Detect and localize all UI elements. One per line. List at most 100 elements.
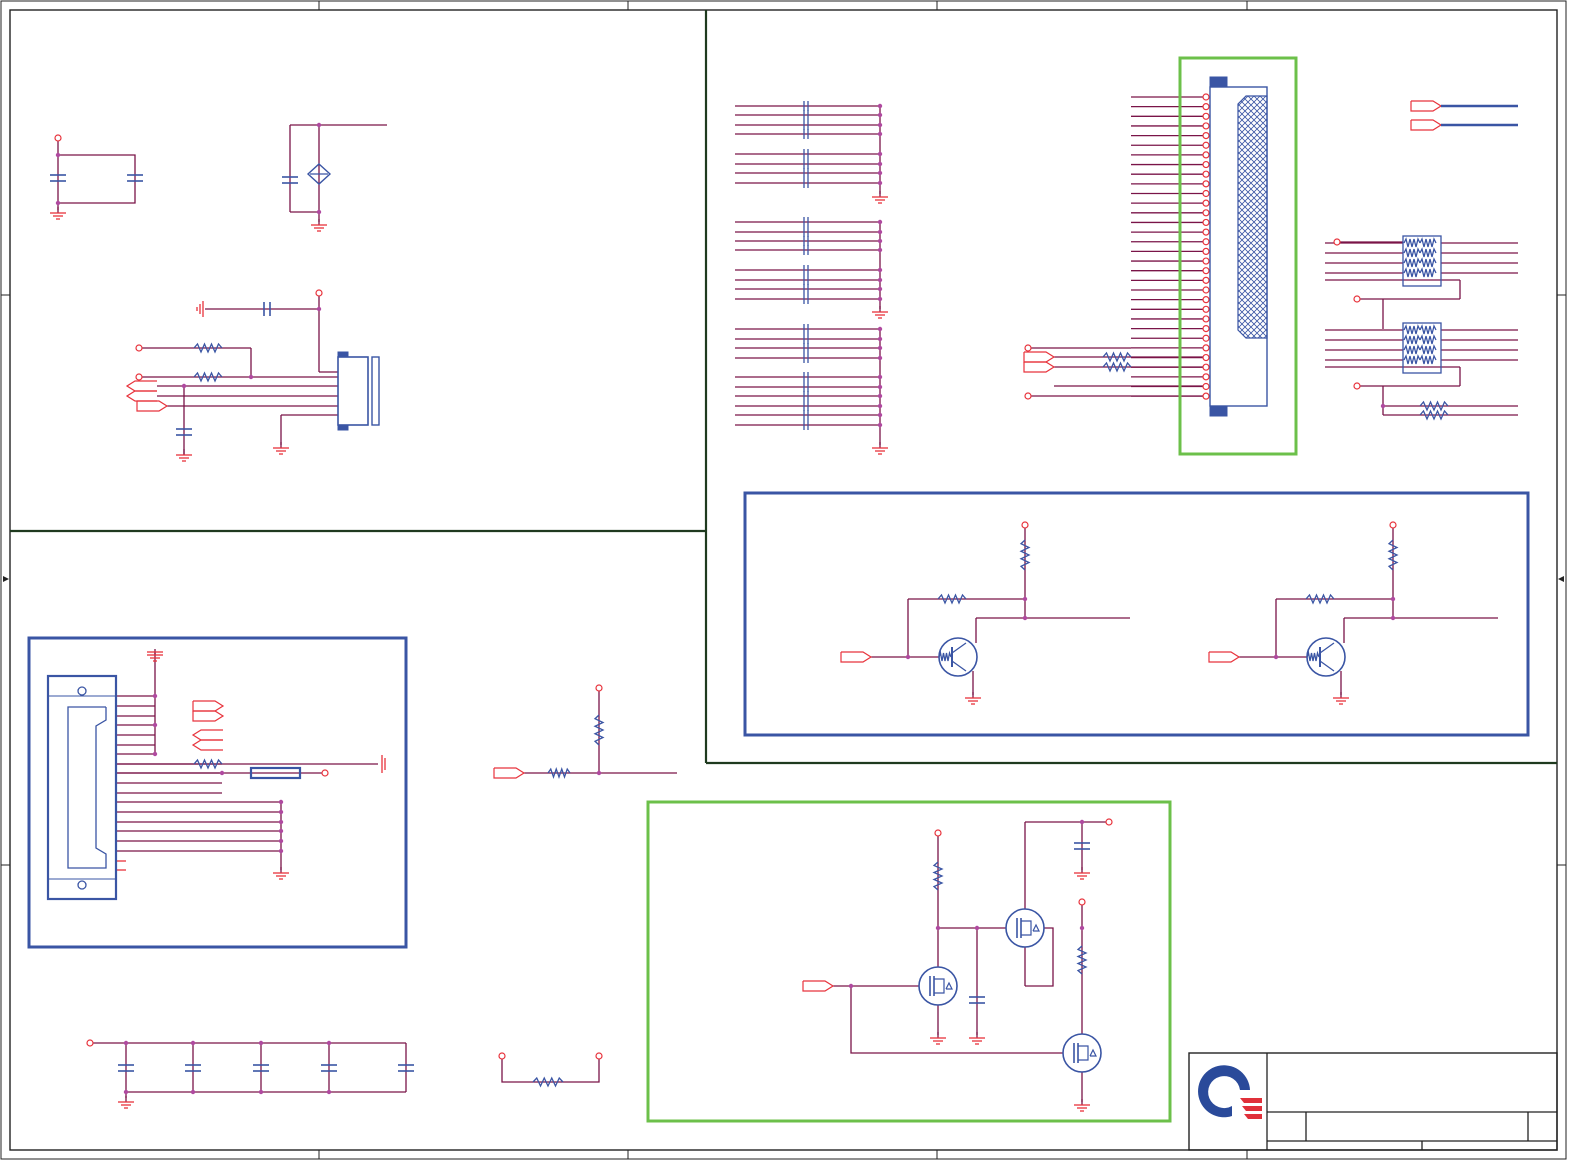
junction-dot: [219, 770, 225, 776]
signal-port: [125, 390, 157, 402]
connector-tab: [337, 424, 349, 431]
junction-dot: [877, 384, 883, 390]
power-pin: [1105, 818, 1113, 826]
junction-dot: [1390, 596, 1396, 602]
junction-dot: [877, 277, 883, 283]
junction-dot: [974, 925, 980, 931]
junction-dot: [278, 809, 284, 815]
power-pin: [1202, 276, 1210, 284]
junction-dot: [877, 412, 883, 418]
power-pin: [1202, 209, 1210, 217]
junction-dot: [326, 1089, 332, 1095]
power-pin: [1202, 267, 1210, 275]
junction-dot: [905, 654, 911, 660]
power-pin: [1202, 228, 1210, 236]
connector-slot: [67, 706, 107, 869]
power-pin: [934, 829, 942, 837]
junction-dot: [877, 112, 883, 118]
junction-dot: [1022, 596, 1028, 602]
power-pin: [1202, 286, 1210, 294]
power-pin: [1202, 218, 1210, 227]
junction-dot: [278, 828, 284, 834]
junction-dot: [877, 267, 883, 273]
junction-dot: [596, 770, 602, 776]
power-pin: [1202, 373, 1210, 381]
resistor: [1419, 267, 1437, 278]
junction-dot: [248, 374, 254, 380]
junction-dot: [55, 200, 61, 206]
junction-dot: [877, 122, 883, 128]
signal-port: [1023, 351, 1056, 363]
body-diode: [1089, 1048, 1097, 1057]
junction-dot: [877, 170, 883, 176]
resistor: [1419, 344, 1437, 355]
power-pin: [1202, 325, 1210, 333]
resistor: [1403, 267, 1421, 278]
junction-dot: [877, 355, 883, 361]
junction-dot: [316, 209, 322, 215]
junction-dot: [877, 161, 883, 167]
transistor-collector: [1319, 642, 1335, 654]
junction-dot: [877, 286, 883, 292]
wire: [58, 154, 136, 204]
junction-dot: [123, 1089, 129, 1095]
junction-dot: [877, 393, 883, 399]
signal-port: [1410, 119, 1443, 131]
junction-dot: [877, 238, 883, 244]
mosfet: [1062, 1033, 1102, 1073]
transistor-collector: [951, 642, 967, 654]
title-block: [1188, 1052, 1558, 1151]
power-pin: [1353, 295, 1361, 303]
junction-dot: [877, 422, 883, 428]
mounting-hole: [77, 686, 87, 696]
outer-border: [0, 0, 1567, 1160]
junction-dot: [278, 848, 284, 854]
power-pin: [1202, 141, 1210, 149]
power-pin: [1202, 93, 1210, 101]
power-pin: [135, 373, 143, 381]
junction-dot: [123, 1040, 129, 1046]
signal-port: [192, 700, 225, 712]
resistor: [1419, 247, 1437, 258]
junction-dot: [316, 306, 322, 312]
power-pin: [135, 344, 143, 352]
junction-dot: [877, 229, 883, 235]
resistor: [1419, 354, 1437, 365]
center-mark-arrow: [3, 576, 9, 582]
power-pin: [1202, 296, 1210, 304]
junction-dot: [1079, 819, 1085, 825]
signal-port: [493, 767, 526, 779]
resistor: [1419, 237, 1437, 248]
power-pin: [1353, 382, 1361, 390]
signal-port: [802, 980, 835, 992]
junction-dot: [877, 345, 883, 351]
signal-port: [191, 729, 223, 741]
power-pin: [1202, 315, 1210, 323]
connector-body: [337, 356, 369, 426]
junction-dot: [152, 751, 158, 757]
junction-dot: [1390, 615, 1396, 621]
wires: [57, 96, 1518, 1102]
body-diode: [945, 981, 953, 990]
power-pin: [315, 289, 323, 297]
power-pin: [1202, 112, 1210, 120]
power-pin: [1202, 189, 1210, 198]
transistor-section-box: [743, 491, 1530, 737]
power-pin: [1024, 392, 1032, 400]
power-pin: [1202, 160, 1210, 169]
connector-tab: [1209, 76, 1228, 88]
power-pin: [1202, 344, 1210, 352]
power-pin: [1202, 132, 1210, 140]
resistor: [1306, 650, 1320, 662]
mosfet: [918, 966, 958, 1006]
resistor: [1403, 334, 1421, 345]
junction-dot: [877, 131, 883, 137]
mosfet-body: [1078, 1045, 1089, 1061]
company-logo: [1240, 1098, 1262, 1103]
transistor-emitter: [951, 660, 967, 672]
power-pin: [1202, 353, 1210, 362]
junction-dot: [1022, 615, 1028, 621]
junction-dot: [877, 296, 883, 302]
power-pin: [1078, 898, 1086, 906]
junction-dot: [152, 722, 158, 728]
